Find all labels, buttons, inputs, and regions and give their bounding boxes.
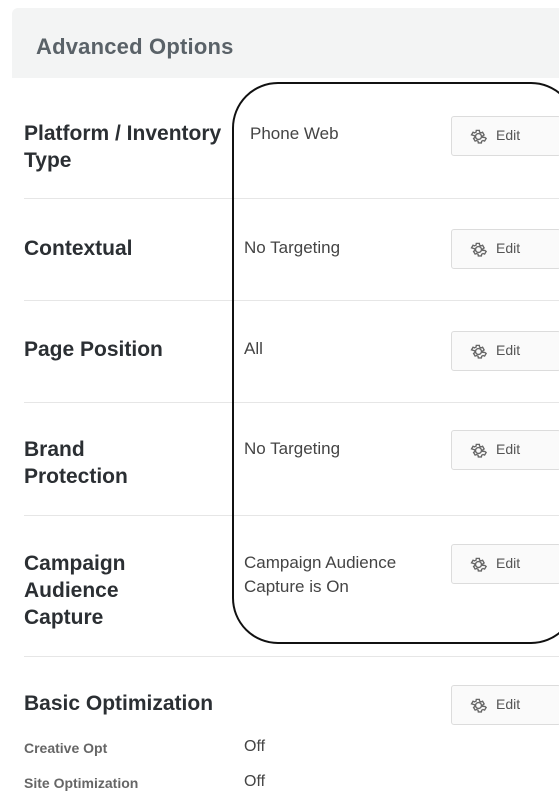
gear-icon bbox=[470, 443, 487, 458]
row-value: No Targeting bbox=[244, 238, 341, 257]
edit-label: Edit bbox=[496, 342, 521, 358]
row-label: Brand Protection bbox=[24, 438, 128, 488]
edit-label: Edit bbox=[496, 555, 521, 571]
row-label: Page Position bbox=[24, 338, 163, 361]
creative-opt-label: Creative Opt bbox=[24, 740, 108, 756]
edit-label: Edit bbox=[496, 696, 521, 712]
edit-label: Edit bbox=[496, 240, 521, 256]
gear-icon bbox=[470, 129, 487, 144]
gear-icon bbox=[470, 242, 487, 257]
gear-icon bbox=[470, 557, 487, 572]
row-label: Contextual bbox=[24, 237, 133, 260]
creative-opt-value: Off bbox=[244, 738, 266, 755]
gear-icon bbox=[470, 344, 487, 359]
site-optimization-value: Off bbox=[244, 773, 266, 790]
gear-icon bbox=[470, 698, 487, 713]
divider bbox=[24, 515, 559, 516]
edit-campaign-audience-button[interactable]: Edit bbox=[451, 544, 559, 584]
edit-label: Edit bbox=[496, 127, 521, 143]
site-optimization-label: Site Optimization bbox=[24, 775, 139, 791]
edit-contextual-button[interactable]: Edit bbox=[451, 229, 559, 269]
divider bbox=[24, 402, 559, 403]
row-value: Campaign Audience Capture is On bbox=[244, 553, 397, 596]
edit-page-position-button[interactable]: Edit bbox=[451, 331, 559, 371]
edit-platform-button[interactable]: Edit bbox=[451, 116, 559, 156]
edit-basic-optimization-button[interactable]: Edit bbox=[451, 685, 559, 725]
row-value: All bbox=[244, 339, 263, 358]
edit-label: Edit bbox=[496, 441, 521, 457]
row-label: Platform / Inventory Type bbox=[24, 122, 222, 172]
edit-brand-protection-button[interactable]: Edit bbox=[451, 430, 559, 470]
row-label: Basic Optimization bbox=[24, 692, 214, 715]
section-title: Advanced Options bbox=[36, 34, 234, 59]
divider bbox=[24, 300, 559, 301]
divider bbox=[24, 198, 559, 199]
row-label: Campaign Audience Capture bbox=[24, 552, 126, 629]
divider bbox=[24, 656, 559, 657]
row-value: Phone Web bbox=[250, 124, 339, 143]
advanced-options-header: Advanced Options bbox=[12, 8, 559, 78]
row-value: No Targeting bbox=[244, 439, 341, 458]
